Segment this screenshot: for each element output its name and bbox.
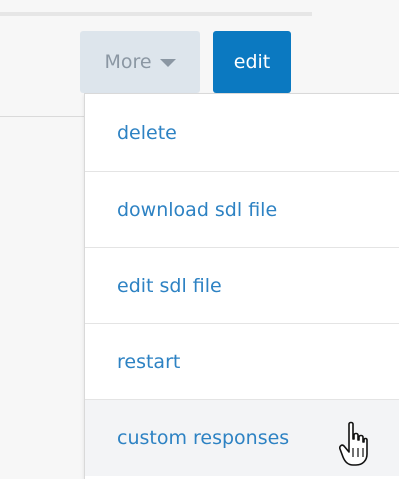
menu-item-restart[interactable]: restart: [85, 324, 399, 400]
edit-button-label: edit: [233, 51, 271, 73]
top-divider: [0, 12, 312, 16]
menu-item-delete[interactable]: delete: [85, 94, 399, 172]
edit-button[interactable]: edit: [213, 31, 291, 93]
section-divider: [0, 116, 86, 117]
menu-item-edit-sdl-file[interactable]: edit sdl file: [85, 248, 399, 324]
caret-down-icon: [159, 59, 176, 67]
hand-pointer-cursor-icon: [339, 421, 368, 466]
more-dropdown-button[interactable]: More: [80, 31, 200, 93]
more-button-label: More: [104, 51, 152, 73]
menu-item-download-sdl-file[interactable]: download sdl file: [85, 172, 399, 248]
